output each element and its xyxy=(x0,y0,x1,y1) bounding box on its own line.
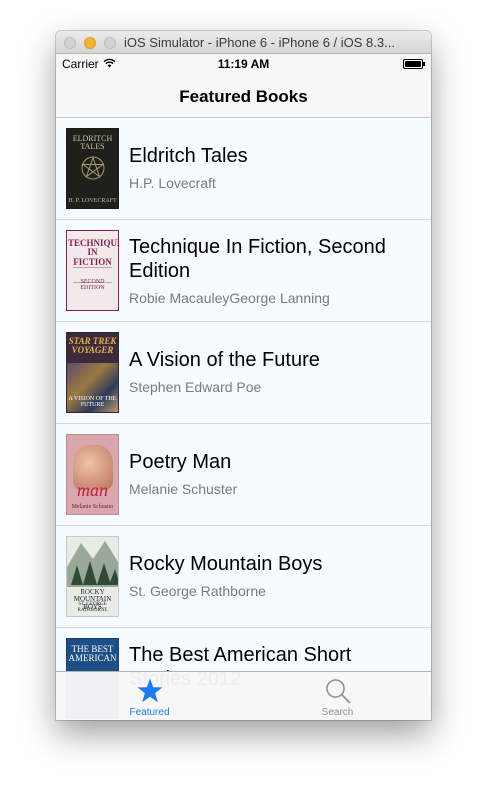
tab-label: Featured xyxy=(129,707,170,718)
battery-icon xyxy=(403,59,425,69)
magnifier-icon xyxy=(244,677,431,705)
book-cover-image: ELDRITCH TALES H. P. LOVECRAFT xyxy=(66,128,119,209)
book-author: Melanie Schuster xyxy=(129,481,238,497)
book-list[interactable]: ELDRITCH TALES H. P. LOVECRAFT Eldritch … xyxy=(56,118,431,720)
cover-author-text: H. P. LOVECRAFT xyxy=(68,198,117,205)
cover-title-text: STAR TREK VOYAGER xyxy=(68,336,117,356)
book-author: Stephen Edward Poe xyxy=(129,379,262,395)
book-title: A Vision of the Future xyxy=(129,349,320,371)
book-row[interactable]: man Melanie Schuster Poetry Man Melanie … xyxy=(56,424,431,526)
book-row[interactable]: ROCKY MOUNTAIN BOYS ST. GEORGE RATHBORNE… xyxy=(56,526,431,628)
book-cover-image: STAR TREK VOYAGER A VISION OF THE FUTURE xyxy=(66,332,119,413)
book-title: Eldritch Tales xyxy=(129,145,248,167)
tab-bar: Featured Search xyxy=(56,671,431,720)
cover-author-text: ST. GEORGE RATHBORNE xyxy=(77,602,108,613)
book-author: H.P. Lovecraft xyxy=(129,175,216,191)
book-title: Rocky Mountain Boys xyxy=(129,553,323,575)
mountain-illustration xyxy=(67,541,118,587)
tab-search[interactable]: Search xyxy=(244,672,431,720)
close-window-button[interactable] xyxy=(64,37,76,49)
book-cover-image: man Melanie Schuster xyxy=(66,434,119,515)
page-title: Featured Books xyxy=(179,87,308,106)
status-time: 11:19 AM xyxy=(217,57,270,71)
cover-title-text: TECHNIQUE IN FICTION xyxy=(68,238,119,267)
cover-subtitle-text: man xyxy=(77,480,108,500)
book-author: St. George Rathborne xyxy=(129,583,266,599)
book-cover-image: ROCKY MOUNTAIN BOYS ST. GEORGE RATHBORNE xyxy=(66,536,119,617)
cover-subtitle-text: A VISION OF THE FUTURE xyxy=(68,395,117,409)
simulator-window: iOS Simulator - iPhone 6 - iPhone 6 / iO… xyxy=(56,31,431,720)
star-icon xyxy=(56,677,243,705)
cover-author-text: Melanie Schuster xyxy=(71,504,114,511)
cover-title-text: THE BEST AMERICAN xyxy=(68,644,117,664)
minimize-window-button[interactable] xyxy=(84,37,96,49)
cover-subtitle-text: SECOND EDITION xyxy=(80,278,105,292)
pentagram-icon xyxy=(81,155,105,180)
book-row[interactable]: TECHNIQUE IN FICTION SECOND EDITION Tech… xyxy=(56,220,431,322)
cover-title-text: ELDRITCH TALES xyxy=(72,134,113,152)
book-cover-image: TECHNIQUE IN FICTION SECOND EDITION xyxy=(66,230,119,311)
window-title: iOS Simulator - iPhone 6 - iPhone 6 / iO… xyxy=(124,35,395,50)
book-title: Technique In Fiction, Second Edition xyxy=(129,236,386,282)
book-author: Robie MacauleyGeorge Lanning xyxy=(129,290,330,306)
window-titlebar[interactable]: iOS Simulator - iPhone 6 - iPhone 6 / iO… xyxy=(56,31,431,54)
book-row[interactable]: ELDRITCH TALES H. P. LOVECRAFT Eldritch … xyxy=(56,118,431,220)
zoom-window-button[interactable] xyxy=(104,37,116,49)
tab-featured[interactable]: Featured xyxy=(56,672,243,720)
navigation-bar: Featured Books xyxy=(56,74,431,118)
device-screen: Carrier 11:19 AM Featured Books ELDRITCH… xyxy=(56,54,431,720)
tab-label: Search xyxy=(321,707,354,718)
book-row[interactable]: STAR TREK VOYAGER A VISION OF THE FUTURE… xyxy=(56,322,431,424)
book-title: Poetry Man xyxy=(129,451,232,473)
status-bar: Carrier 11:19 AM xyxy=(56,54,431,74)
